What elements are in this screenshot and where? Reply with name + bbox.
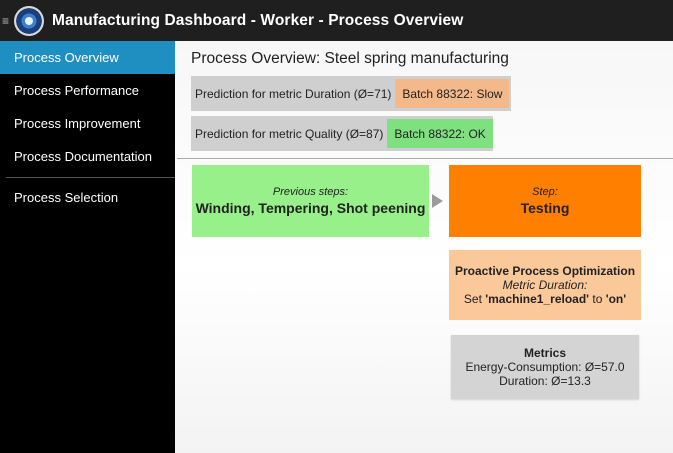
sidebar: Process Overview Process Performance Pro… [0,41,175,453]
sidebar-item-label: Process Selection [14,190,119,205]
metrics-box: Metrics Energy-Consumption: Ø=57.0 Durat… [451,335,639,399]
optimization-action-mid: to [589,292,606,306]
optimization-action-prefix: Set [463,292,486,306]
sidebar-divider [6,177,175,178]
optimization-setting-value: 'on' [605,292,627,306]
optimization-metric: Metric Duration: [502,278,588,292]
previous-steps-list: Winding, Tempering, Shot peening [195,200,426,216]
prediction-duration: Prediction for metric Duration (Ø=71) Ba… [191,76,511,111]
app-header: ≡ Manufacturing Dashboard - Worker - Pro… [0,0,673,41]
app-logo-icon[interactable] [14,5,44,36]
menu-icon[interactable]: ≡ [2,15,10,27]
prediction-label: Prediction for metric Duration (Ø=71) [195,86,392,101]
prediction-quality: Prediction for metric Quality (Ø=87) Bat… [191,116,493,151]
metric-duration: Duration: Ø=13.3 [499,374,591,388]
sidebar-item-process-documentation[interactable]: Process Documentation [0,140,175,173]
arrow-right-icon [432,194,443,208]
sidebar-item-label: Process Improvement [14,116,141,131]
metric-energy: Energy-Consumption: Ø=57.0 [465,360,625,374]
optimization-box: Proactive Process Optimization Metric Du… [449,250,641,320]
sidebar-item-process-improvement[interactable]: Process Improvement [0,107,175,140]
metrics-title: Metrics [523,346,567,360]
previous-steps-box: Previous steps: Winding, Tempering, Shot… [192,165,429,237]
sidebar-item-label: Process Documentation [14,149,153,164]
sidebar-item-process-performance[interactable]: Process Performance [0,74,175,107]
prediction-badge-ok: Batch 88322: OK [387,119,493,148]
current-step-title: Step: [532,186,558,198]
prediction-label: Prediction for metric Quality (Ø=87) [195,126,384,141]
sidebar-item-label: Process Overview [14,50,119,65]
prediction-badge-slow: Batch 88322: Slow [395,79,510,108]
optimization-action: Set 'machine1_reload' to 'on' [449,292,641,306]
page-title: Process Overview: Steel spring manufactu… [191,50,509,67]
previous-steps-title: Previous steps: [272,186,349,198]
optimization-title: Proactive Process Optimization [454,264,636,278]
main-content: Process Overview: Steel spring manufactu… [175,41,673,453]
optimization-setting: 'machine1_reload' [485,292,590,306]
sidebar-item-process-selection[interactable]: Process Selection [0,181,175,214]
current-step-name: Testing [520,200,570,216]
sidebar-item-label: Process Performance [14,83,139,98]
section-divider [177,158,673,159]
current-step-box: Step: Testing [449,165,641,237]
sidebar-item-process-overview[interactable]: Process Overview [0,41,175,74]
app-title: Manufacturing Dashboard - Worker - Proce… [52,11,464,29]
